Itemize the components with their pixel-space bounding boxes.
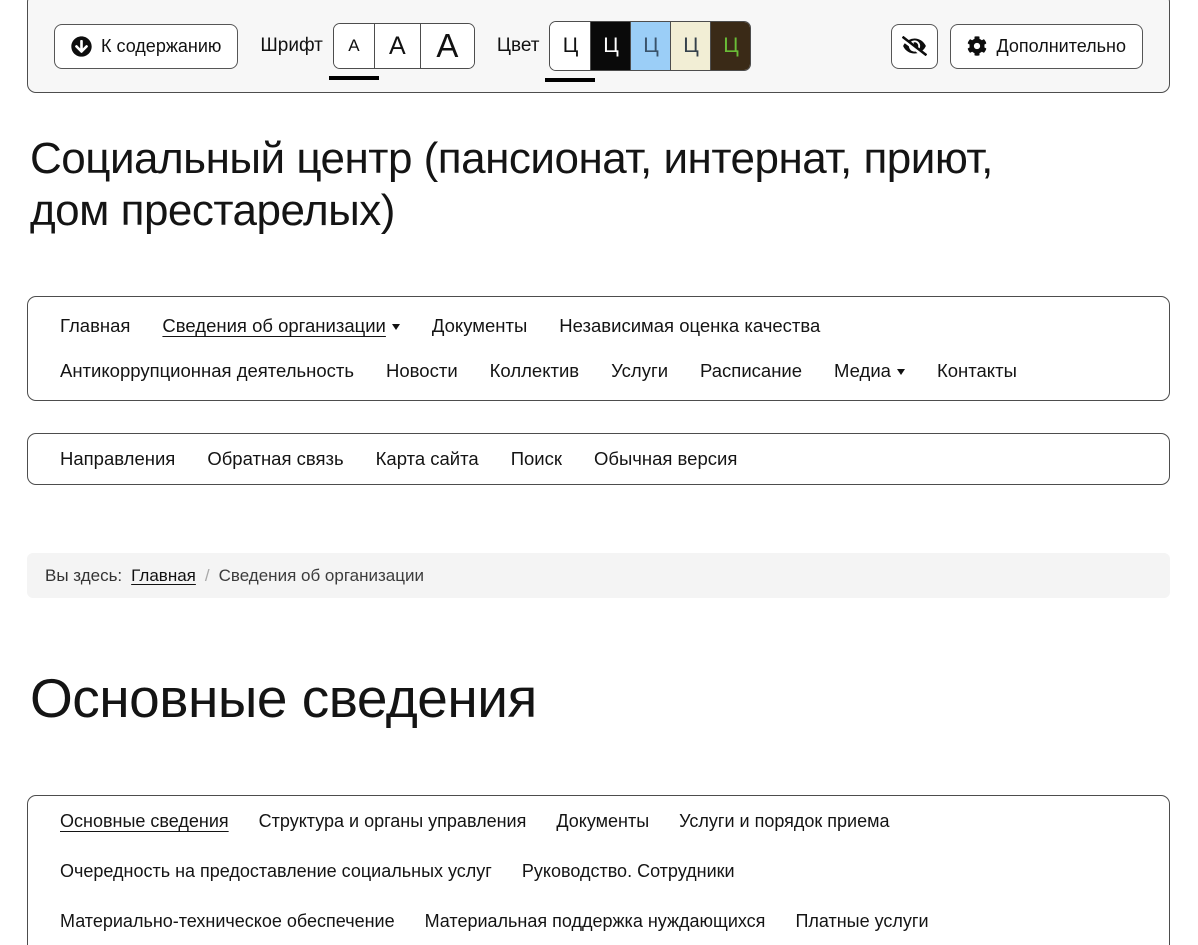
nav-item-feedback[interactable]: Обратная связь (207, 448, 343, 470)
font-size-label: Шрифт (260, 35, 323, 57)
color-scheme-blue-button[interactable]: Ц (630, 22, 670, 70)
section-item-documents[interactable]: Документы (556, 811, 649, 832)
nav-item-sitemap[interactable]: Карта сайта (376, 448, 479, 470)
section-nav-row-3: Материально-техническое обеспечение Мате… (60, 896, 1137, 945)
extra-settings-label: Дополнительно (996, 36, 1126, 57)
section-item-management[interactable]: Руководство. Сотрудники (522, 861, 735, 882)
section-item-material-support[interactable]: Материальная поддержка нуждающихся (425, 911, 766, 932)
font-size-small-button[interactable]: А (334, 24, 374, 68)
section-nav-row-1: Основные сведения Структура и органы упр… (60, 796, 1137, 846)
images-off-button[interactable] (891, 24, 938, 69)
site-title: Социальный центр (пансионат, интернат, п… (30, 133, 1040, 237)
breadcrumb-prefix: Вы здесь: (45, 566, 122, 586)
section-navigation: Основные сведения Структура и органы упр… (27, 795, 1170, 945)
font-size-switcher: А А А (333, 23, 475, 69)
nav-item-normal-version[interactable]: Обычная версия (594, 448, 737, 470)
quick-nav-row: Направления Обратная связь Карта сайта П… (60, 448, 1137, 470)
caret-down-icon (897, 369, 905, 375)
font-size-medium-button[interactable]: А (374, 24, 420, 68)
breadcrumb: Вы здесь: Главная / Сведения об организа… (27, 553, 1170, 598)
to-content-button[interactable]: К содержанию (54, 24, 238, 69)
section-item-queue[interactable]: Очередность на предоставление социальных… (60, 861, 492, 882)
extra-settings-button[interactable]: Дополнительно (950, 24, 1143, 69)
nav-item-news[interactable]: Новости (386, 360, 458, 382)
nav-item-directions[interactable]: Направления (60, 448, 175, 470)
nav-item-org-info[interactable]: Сведения об организации (162, 315, 399, 337)
breadcrumb-home-link[interactable]: Главная (131, 566, 196, 586)
color-scheme-label: Цвет (497, 35, 540, 57)
to-content-label: К содержанию (101, 36, 221, 57)
color-scheme-black-button[interactable]: Ц (590, 22, 630, 70)
color-scheme-switcher: Ц Ц Ц Ц Ц (549, 21, 751, 71)
caret-down-icon (392, 324, 400, 330)
accessible-version-page: К содержанию Шрифт А А А Цвет Ц Ц Ц Ц Ц (0, 0, 1198, 945)
nav-item-services[interactable]: Услуги (611, 360, 668, 382)
nav-item-quality-assessment[interactable]: Независимая оценка качества (559, 315, 820, 337)
eye-slash-icon (902, 36, 927, 56)
quick-navigation: Направления Обратная связь Карта сайта П… (27, 433, 1170, 485)
section-item-paid-services[interactable]: Платные услуги (795, 911, 928, 932)
main-nav-row-2: Антикоррупционная деятельность Новости К… (60, 360, 1137, 382)
nav-item-contacts[interactable]: Контакты (937, 360, 1017, 382)
nav-item-media[interactable]: Медиа (834, 360, 905, 382)
color-scheme-beige-button[interactable]: Ц (670, 22, 710, 70)
nav-item-anticorruption[interactable]: Антикоррупционная деятельность (60, 360, 354, 382)
section-item-structure[interactable]: Структура и органы управления (259, 811, 527, 832)
nav-item-home[interactable]: Главная (60, 315, 130, 337)
arrow-circle-down-icon (71, 36, 92, 57)
nav-item-staff[interactable]: Коллектив (490, 360, 579, 382)
accessibility-toolbar: К содержанию Шрифт А А А Цвет Ц Ц Ц Ц Ц (27, 0, 1170, 93)
section-item-material-technical[interactable]: Материально-техническое обеспечение (60, 911, 395, 932)
section-nav-row-2: Очередность на предоставление социальных… (60, 846, 1137, 896)
font-size-large-button[interactable]: А (420, 24, 474, 68)
section-item-admission[interactable]: Услуги и порядок приема (679, 811, 889, 832)
breadcrumb-current: Сведения об организации (219, 566, 424, 586)
main-nav-row-1: Главная Сведения об организации Документ… (60, 315, 1137, 337)
gear-icon (967, 36, 987, 56)
nav-item-schedule[interactable]: Расписание (700, 360, 802, 382)
section-item-basic-info[interactable]: Основные сведения (60, 811, 229, 832)
breadcrumb-separator: / (205, 566, 210, 586)
nav-item-documents[interactable]: Документы (432, 315, 527, 337)
nav-item-search[interactable]: Поиск (511, 448, 562, 470)
color-scheme-brown-button[interactable]: Ц (710, 22, 750, 70)
main-navigation: Главная Сведения об организации Документ… (27, 296, 1170, 401)
color-scheme-white-button[interactable]: Ц (550, 22, 590, 70)
page-title: Основные сведения (30, 666, 537, 730)
